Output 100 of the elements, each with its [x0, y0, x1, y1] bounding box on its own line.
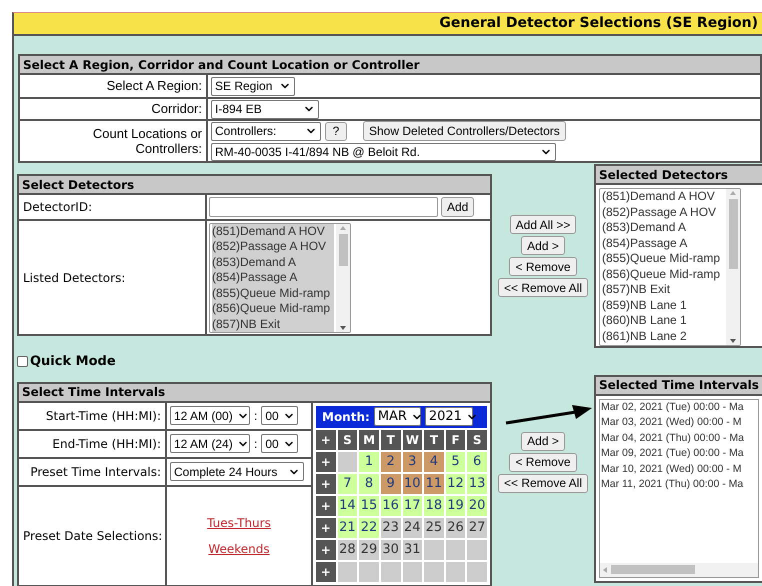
list-item[interactable]: (854)Passage A [212, 270, 334, 286]
dropdown[interactable]: Complete 24 Hours [170, 462, 304, 481]
dropdown[interactable]: 2021 [424, 407, 473, 426]
field-label: Select A Region: [20, 75, 208, 97]
dropdown[interactable]: 12 AM (24) [170, 434, 250, 453]
calendar-day[interactable]: 27 [467, 518, 487, 538]
list-item[interactable]: (851)Demand A HOV [212, 224, 334, 239]
add-week-button[interactable]: + [316, 540, 336, 560]
dropdown[interactable]: 12 AM (00) [170, 406, 250, 425]
field-label: Preset Date Selections: [19, 486, 167, 584]
calendar-day[interactable]: 21 [338, 518, 358, 538]
calendar-day[interactable]: 2 [380, 452, 400, 472]
list-item[interactable]: Mar 04, 2021 (Thu) 00:00 - Ma [601, 430, 757, 446]
calendar-day[interactable]: 30 [380, 540, 400, 560]
calendar-day[interactable]: 1 [359, 452, 379, 472]
section-heading: Selected Time Intervals [596, 376, 762, 396]
dropdown[interactable]: SE Region [211, 76, 295, 96]
dropdown[interactable]: 00 [261, 434, 298, 453]
add-week-button[interactable]: + [316, 562, 336, 582]
form-button[interactable]: ? [325, 122, 347, 140]
calendar-day[interactable]: 8 [359, 474, 379, 494]
form-button[interactable]: Add > [521, 432, 565, 450]
calendar-day[interactable]: 15 [359, 496, 379, 516]
weekday-header: S [338, 430, 358, 450]
calendar-day[interactable]: 9 [380, 474, 400, 494]
weekday-header: M [359, 430, 379, 450]
detector-listbox[interactable]: (851)Demand A HOV (852)Passage A HOV (853)Demand A (854)Passage A (855)Queue Mid-ramp (856)Queue Mid-ramp (857)NB Exit [209, 222, 351, 332]
preset-link[interactable]: Weekends [208, 540, 270, 558]
calendar-day[interactable]: 17 [402, 496, 422, 516]
calendar-day[interactable]: 16 [380, 496, 400, 516]
form-button[interactable]: < Remove [509, 452, 576, 472]
calendar-day[interactable]: 26 [446, 518, 466, 538]
detector-id-field[interactable] [209, 197, 438, 217]
add-week-button[interactable]: + [316, 474, 336, 494]
form-button[interactable]: << Remove All [498, 474, 588, 492]
calendar-day[interactable]: 14 [338, 496, 358, 516]
weekday-header: T [424, 430, 444, 450]
dropdown[interactable]: RM-40-0035 I-41/894 NB @ Beloit Rd. [211, 143, 556, 161]
list-item[interactable]: Mar 11, 2021 (Thu) 00:00 - Ma [601, 477, 757, 492]
list-item[interactable]: Mar 02, 2021 (Tue) 00:00 - Ma [601, 400, 757, 415]
time-separator: : [254, 408, 258, 424]
calendar-day[interactable]: 29 [359, 540, 379, 560]
list-item[interactable]: (856)Queue Mid-ramp [212, 301, 334, 316]
list-item[interactable]: Mar 03, 2021 (Wed) 00:00 - M [601, 415, 757, 430]
field-label: Preset Time Intervals: [19, 458, 167, 484]
calendar-day[interactable]: 12 [446, 474, 466, 494]
calendar-day[interactable]: 22 [359, 518, 379, 538]
calendar-day[interactable]: 13 [467, 474, 487, 494]
calendar-day[interactable]: 20 [467, 496, 487, 516]
calendar-day[interactable]: 6 [467, 452, 487, 472]
list-item[interactable]: (852)Passage A HOV [212, 239, 334, 254]
detector-listbox[interactable]: (851)Demand A HOV (852)Passage A HOV (853)Demand A (854)Passage A (855)Queue Mid-ramp (856)Queue Mid-ramp (857)NB Exit (859)NB Lane 1 (860)NB Lane 1 (861)NB Lane 2 [599, 188, 741, 346]
scrollbar[interactable] [726, 189, 740, 345]
weekday-header: T [380, 430, 400, 450]
calendar-day[interactable]: 5 [446, 452, 466, 472]
field-label: Count Locations or Controllers: [92, 126, 202, 156]
add-week-button[interactable]: + [316, 496, 336, 516]
calendar-day[interactable]: 23 [380, 518, 400, 538]
month-label: Month: [322, 408, 370, 426]
calendar-day[interactable]: 11 [424, 474, 444, 494]
dropdown[interactable]: I-894 EB [211, 100, 319, 118]
section-heading: Select Detectors [19, 176, 490, 195]
add-week-button[interactable]: + [316, 452, 336, 472]
calendar-day[interactable]: 19 [446, 496, 466, 516]
list-item[interactable]: Mar 10, 2021 (Wed) 00:00 - M [601, 462, 757, 477]
calendar-day[interactable]: 28 [338, 540, 358, 560]
calendar-day[interactable]: 3 [402, 452, 422, 472]
dropdown[interactable]: Controllers: [211, 122, 321, 140]
field-label: Start-Time (HH:MI): [19, 402, 167, 428]
calendar-day[interactable]: 7 [338, 474, 358, 494]
form-button[interactable]: < Remove [509, 257, 577, 276]
list-item[interactable]: (853)Demand A [212, 254, 334, 270]
dropdown[interactable]: 00 [261, 406, 298, 425]
form-button[interactable]: << Remove All [498, 278, 588, 297]
add-week-button[interactable]: + [316, 430, 336, 450]
section-heading: Select Time Intervals [19, 384, 490, 402]
checkbox-label: Quick Mode [30, 353, 116, 371]
field-label: Corridor: [20, 99, 208, 119]
section-heading: Selected Detectors [596, 166, 762, 185]
add-week-button[interactable]: + [316, 518, 336, 538]
checkbox[interactable] [17, 356, 28, 368]
dropdown[interactable]: MAR [374, 407, 421, 426]
preset-link[interactable]: Tues-Thurs [207, 514, 271, 532]
form-button[interactable]: Add [441, 197, 474, 217]
scrollbar[interactable] [336, 224, 350, 332]
form-button[interactable]: Add All >> [510, 215, 576, 234]
calendar-day[interactable]: 10 [402, 474, 422, 494]
calendar-day[interactable]: 24 [402, 518, 422, 538]
list-item[interactable]: (857)NB Exit [212, 316, 334, 332]
calendar-day[interactable]: 18 [424, 496, 444, 516]
calendar-day[interactable]: 4 [424, 452, 444, 472]
time-separator: : [254, 436, 258, 452]
list-item[interactable]: (855)Queue Mid-ramp [212, 286, 334, 301]
calendar-day[interactable]: 25 [424, 518, 444, 538]
calendar-day[interactable]: 31 [402, 540, 422, 560]
page-title: General Detector Selections (SE Region) [14, 13, 762, 36]
scrollbar[interactable] [600, 562, 758, 576]
form-button[interactable]: Add > [521, 236, 565, 255]
list-item[interactable]: Mar 09, 2021 (Tue) 00:00 - Ma [601, 446, 757, 462]
form-button[interactable]: Show Deleted Controllers/Detectors [363, 121, 566, 141]
